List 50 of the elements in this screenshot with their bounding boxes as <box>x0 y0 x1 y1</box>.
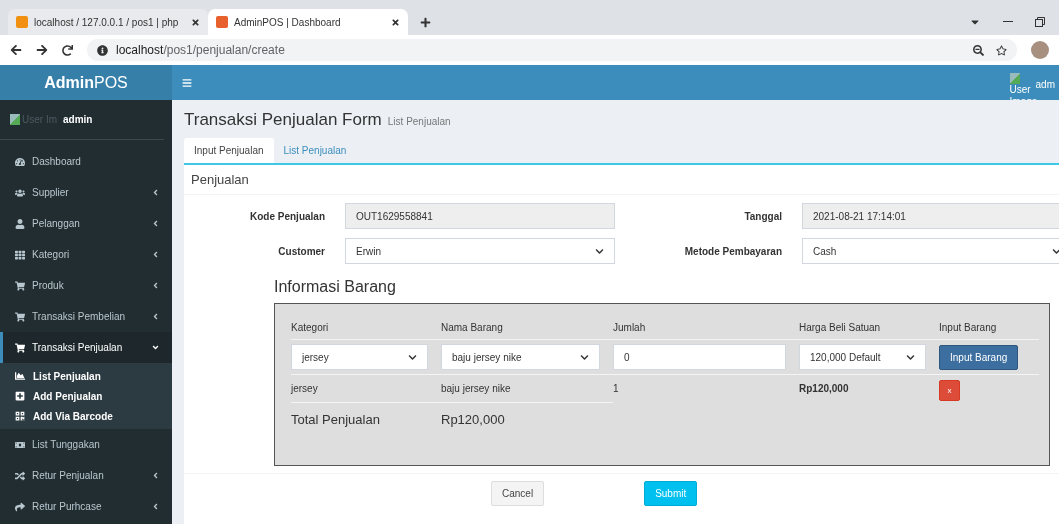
box-title: Penjualan <box>184 165 1059 195</box>
select-field[interactable]: Cash <box>802 238 1059 264</box>
sidebar-item[interactable]: List Tunggakan <box>0 429 172 460</box>
sidebar-item[interactable]: Retur Purhcase <box>0 491 172 522</box>
field-label: Tanggal <box>743 210 782 222</box>
select-field[interactable]: baju jersey nike <box>441 344 600 370</box>
sidebar-item[interactable]: Pelanggan <box>0 208 172 239</box>
input-field[interactable]: 0 <box>613 344 786 370</box>
sidebar-item[interactable]: Produk <box>0 270 172 301</box>
user-name[interactable]: adm <box>1035 79 1055 90</box>
column-header: Jumlah <box>613 316 799 340</box>
sidebar-item[interactable]: Retur Penjualan <box>0 460 172 491</box>
page-title: Transaksi Penjualan Form <box>184 110 382 130</box>
input-item-button[interactable]: Input Barang <box>939 344 1019 370</box>
column-header: Input Barang <box>939 316 1039 340</box>
sidebar-item[interactable]: Transaksi Penjualan <box>0 332 172 363</box>
app-logo[interactable]: AdminPOS <box>0 65 172 100</box>
select-field[interactable]: 120,000 Default <box>799 344 926 370</box>
delete-button[interactable]: x <box>939 380 960 401</box>
browser-tab[interactable]: AdminPOS | Dashboard <box>208 9 408 35</box>
sidebar-item[interactable]: Supplier <box>0 177 172 208</box>
sidebar-item[interactable]: Transaksi Pembelian <box>0 301 172 332</box>
field-label: Kode Penjualan <box>249 210 325 222</box>
submenu-item[interactable]: Add Penjualan <box>0 386 172 406</box>
column-header: Harga Beli Satuan <box>799 316 939 340</box>
page-subtitle: List Penjualan <box>387 116 451 127</box>
field-label: Customer <box>277 245 325 257</box>
column-header: Nama Barang <box>441 316 613 340</box>
table-cell-text: Rp120,000 <box>799 382 850 396</box>
table-cell-text: jersey <box>291 382 319 396</box>
column-header: Kategori <box>291 316 441 340</box>
address-bar[interactable]: localhost/pos1/penjualan/create <box>87 39 1017 61</box>
input-field[interactable]: 2021-08-21 17:14:01 <box>802 203 1059 229</box>
select-field[interactable]: jersey <box>291 344 428 370</box>
user-name: admin <box>63 114 93 125</box>
total-label: Total Penjualan <box>291 412 381 427</box>
cancel-button[interactable]: Cancel <box>491 481 545 506</box>
total-value: Rp120,000 <box>441 412 505 427</box>
submenu-item[interactable]: List Penjualan <box>0 366 172 386</box>
input-field[interactable]: OUT1629558841 <box>345 203 615 229</box>
tab[interactable]: Input Penjualan <box>184 138 274 163</box>
select-field[interactable]: Erwin <box>345 238 615 264</box>
table-cell-text: 1 <box>613 382 620 396</box>
sidebar-item[interactable]: Dashboard <box>0 146 172 177</box>
browser-tab[interactable]: localhost / 127.0.0.1 / pos1 | php <box>8 9 208 35</box>
sidebar-item[interactable]: Kategori <box>0 239 172 270</box>
section-title: Informasi Barang <box>274 278 397 296</box>
table-cell-text: baju jersey nike <box>441 382 512 396</box>
submenu-item[interactable]: Add Via Barcode <box>0 406 172 426</box>
field-label: Metode Pembayaran <box>683 245 782 257</box>
